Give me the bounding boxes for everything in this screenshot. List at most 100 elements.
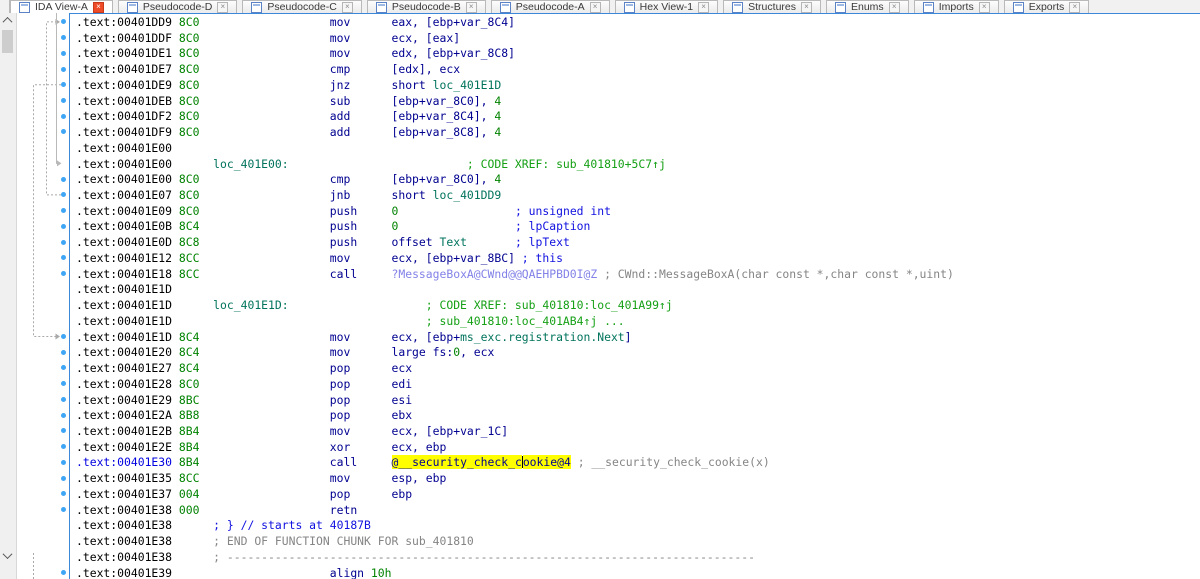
instruction-dot [61,19,66,25]
asm-line[interactable]: .text:00401E09 8C0 push 0 ; unsigned int [76,204,611,220]
asm-token: .text:00401E2E [76,439,179,454]
asm-line[interactable]: .text:00401E00 8C0 cmp [ebp+var_8C0], 4 [76,172,501,188]
asm-line[interactable]: .text:00401DE9 8C0 jnz short loc_401E1D [76,78,501,94]
scrollbar-thumb[interactable] [2,30,13,53]
asm-line[interactable]: .text:00401E38 000 retn [76,503,357,519]
asm-line[interactable]: .text:00401E1D loc_401E1D: ; CODE XREF: … [76,298,673,314]
asm-token: ms_exc.registration.Next [460,329,625,344]
tab-structures[interactable]: Structures × [723,0,821,13]
tab-exports[interactable]: Exports × [1003,0,1090,13]
asm-line[interactable]: .text:00401DEB 8C0 sub [ebp+var_8C0], 4 [76,94,501,110]
asm-token: 8C0 [178,125,200,140]
asm-line[interactable]: .text:00401E0B 8C4 push 0 ; lpCaption [76,219,590,235]
asm-line[interactable]: .text:00401E12 8CC mov ecx, [ebp+var_8BC… [76,251,563,267]
asm-line[interactable]: .text:00401DF2 8C0 add [ebp+var_8C4], 4 [76,109,501,125]
asm-line[interactable]: .text:00401E2A 8B8 pop ebx [76,408,412,424]
pseudocode-icon [499,1,511,13]
asm-line[interactable]: .text:00401E1D [76,282,172,298]
asm-token: .text:00401DE9 [76,77,179,92]
asm-line[interactable]: .text:00401E39 align 10h [76,566,391,579]
asm-line[interactable]: .text:00401DD9 8C0 mov eax, [ebp+var_8C4… [76,15,515,31]
tab-close-icon[interactable]: × [589,1,601,13]
asm-token: .text:00401E37 [76,486,179,501]
tab-close-icon[interactable]: × [801,1,812,13]
asm-line[interactable]: .text:00401E2E 8B4 xor ecx, ebp [76,440,446,456]
scroll-up-button[interactable] [0,13,15,28]
tab-close-icon[interactable]: × [217,1,229,13]
tab-label: Structures [748,1,796,13]
asm-line[interactable]: .text:00401E1D 8C4 mov ecx, [ebp+ms_exc.… [76,330,632,346]
asm-token: mov ecx, [ebp+var_1C] [329,423,509,438]
asm-token: retn [329,502,358,517]
asm-token: @__security_check_c [391,455,522,470]
asm-line[interactable]: .text:00401DE7 8C0 cmp [edx], ecx [76,62,460,78]
asm-line[interactable]: .text:00401DDF 8C0 mov ecx, [eax] [76,31,460,47]
asm-line[interactable]: .text:00401E2B 8B4 mov ecx, [ebp+var_1C] [76,424,508,440]
tab-enums[interactable]: Enums × [826,0,909,13]
asm-line[interactable]: .text:00401E28 8C0 pop edi [76,377,412,393]
tab-close-icon[interactable]: × [92,1,104,13]
tab-pseudocode-b[interactable]: Pseudocode-B × [366,0,486,13]
asm-line[interactable]: .text:00401E00 loc_401E00: ; CODE XREF: … [76,157,666,173]
asm-line[interactable]: .text:00401E18 8CC call ?MessageBoxA@CWn… [76,267,954,283]
asm-token: .text:00401E18 [76,266,179,281]
tab-close-icon[interactable]: × [978,1,990,13]
tab-close-icon[interactable]: × [465,1,477,13]
tab-label: Pseudocode-A [515,1,585,13]
tab-hex-view-1[interactable]: Hex View-1 × [614,0,719,13]
asm-token: .text:00401E0B [76,219,179,234]
asm-token: mov ecx, [eax] [329,30,461,45]
asm-token: 8B4 [178,439,200,454]
tab-pseudocode-a[interactable]: Pseudocode-A × [490,0,610,13]
asm-token: ; lpCaption [514,219,591,234]
scroll-down-button[interactable] [0,548,15,563]
vertical-scrollbar[interactable] [0,13,17,579]
asm-line[interactable]: .text:00401E35 8CC mov esp, ebp [76,471,446,487]
asm-line[interactable]: .text:00401DF9 8C0 add [ebp+var_8C8], 4 [76,125,501,141]
asm-line[interactable]: .text:00401E38 ; -----------------------… [76,550,755,566]
tab-close-icon[interactable]: × [698,1,710,13]
asm-line[interactable]: .text:00401E37 004 pop ebp [76,487,412,503]
asm-token: cmp [edx], ecx [329,62,461,77]
asm-line[interactable]: .text:00401E07 8C0 jnb short loc_401DD9 [76,188,501,204]
asm-token: mov ecx, [ebp+var_8BC] [329,250,522,265]
tab-pseudocode-d[interactable]: Pseudocode-D × [117,0,238,13]
asm-line[interactable]: .text:00401DE1 8C0 mov edx, [ebp+var_8C8… [76,46,515,62]
tab-close-icon[interactable]: × [341,1,353,13]
asm-line[interactable]: .text:00401E0D 8C8 push offset Text ; lp… [76,235,570,251]
asm-line[interactable]: .text:00401E00 [76,141,172,157]
asm-line[interactable]: .text:00401E27 8C4 pop ecx [76,361,412,377]
instruction-dot [61,98,66,103]
instruction-dot [61,255,66,261]
asm-line[interactable]: .text:00401E20 8C4 mov large fs:0, ecx [76,345,494,361]
instruction-dot [61,35,66,41]
asm-line[interactable]: .text:00401E29 8BC pop esi [76,393,412,409]
pseudocode-icon [126,1,138,13]
asm-token: .text:00401E38 [76,534,173,549]
disassembly-view[interactable]: .text:00401DD9 8C0 mov eax, [ebp+var_8C4… [69,13,1200,579]
tab-close-icon[interactable]: × [888,1,900,13]
tab-imports[interactable]: Imports × [913,0,999,13]
structures-icon [732,1,744,13]
tab-bar-stub [0,0,10,13]
pseudocode-icon [375,1,387,13]
asm-line[interactable]: .text:00401E38 ; } // starts at 40187B [76,518,371,534]
tab-ida-view-a[interactable]: IDA View-A × [10,0,113,13]
tab-close-icon[interactable]: × [1069,1,1081,13]
tab-pseudocode-c[interactable]: Pseudocode-C × [242,0,362,13]
asm-line[interactable]: .text:00401E38 ; END OF FUNCTION CHUNK F… [76,534,474,550]
asm-token: ; lpText [514,235,570,250]
asm-line[interactable]: .text:00401E30 8B4 call @__security_chec… [76,455,770,471]
instruction-dot [61,192,66,198]
asm-line[interactable]: .text:00401E1D ; sub_401810:loc_401AB4↑j… [76,314,625,330]
